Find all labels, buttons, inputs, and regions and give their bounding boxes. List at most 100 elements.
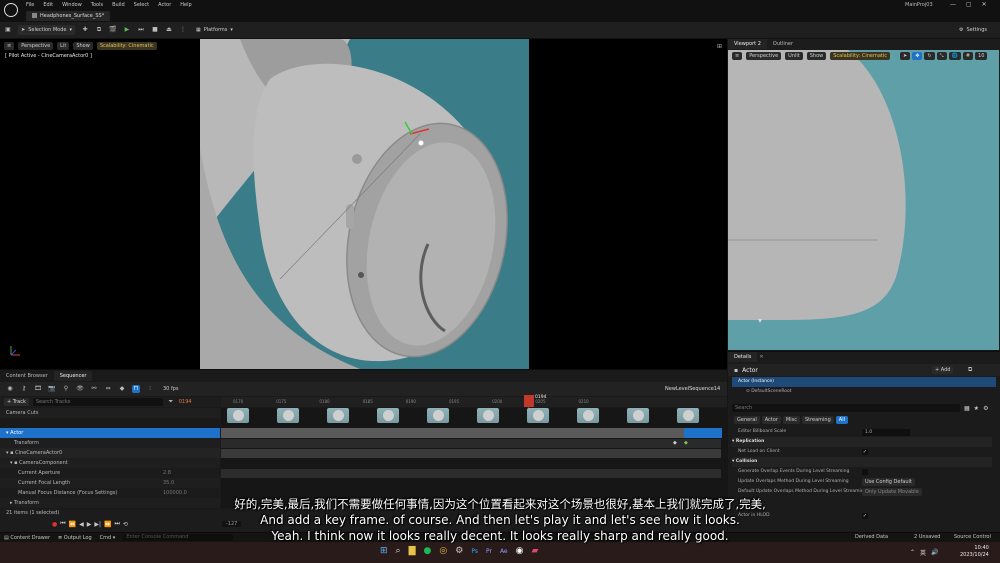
volume-icon[interactable]: 🔊 [931, 549, 938, 556]
eject-icon[interactable]: ⏏ [165, 26, 173, 34]
search-icon[interactable]: ⌕ [396, 546, 401, 556]
filter-all[interactable]: All [835, 416, 848, 424]
menu-item-help[interactable]: Help [180, 2, 191, 8]
actor-lane[interactable] [221, 428, 684, 438]
viewport2-menu-button[interactable]: ≡ [732, 52, 743, 60]
windows-start-icon[interactable]: ⊞ [380, 546, 388, 556]
app-icon[interactable]: ▰ [532, 546, 539, 556]
filter-actor[interactable]: Actor [761, 416, 781, 424]
chrome-icon[interactable]: ◎ [439, 546, 447, 556]
grid-snap-icon[interactable]: # [962, 52, 974, 60]
settings-app-icon[interactable]: ⚙ [455, 546, 463, 556]
details-search-input[interactable]: Search [732, 404, 960, 412]
actor-lane-selected[interactable] [684, 428, 722, 438]
timeline-ruler[interactable]: 0170 0175 0180 0185 0190 0195 0200 0205 … [221, 397, 727, 407]
grid-view-icon[interactable]: ▦ [964, 405, 970, 412]
clock[interactable]: 10:40 2023/10/24 [960, 545, 989, 559]
spotify-icon[interactable]: ● [424, 546, 432, 556]
viewport2-unlit-button[interactable]: Unlit [785, 52, 803, 60]
tab-viewport2[interactable]: Viewport 2 [728, 39, 767, 49]
tab-details[interactable]: Details [728, 352, 758, 362]
snap-toggle-icon[interactable]: ⊓ [132, 385, 140, 393]
create-icon[interactable]: ✚ [81, 26, 89, 34]
component-lane[interactable] [221, 469, 721, 478]
play-icon[interactable]: ▶ [123, 26, 131, 34]
collision-header[interactable]: ▾ Collision [732, 457, 992, 467]
menu-item-edit[interactable]: Edit [43, 2, 53, 8]
filter-misc[interactable]: Misc [782, 416, 800, 424]
track-transform[interactable]: Transform [0, 438, 220, 448]
camera-lane[interactable] [221, 449, 721, 458]
tray-chevron-icon[interactable]: ⌃ [910, 549, 915, 556]
main-viewport[interactable]: ≡ Perspective Lit Show Scalability: Cine… [0, 39, 727, 369]
tab-sequencer[interactable]: Sequencer [53, 371, 93, 381]
playhead-marker[interactable] [524, 395, 534, 407]
close-icon[interactable]: ✕ [759, 354, 763, 360]
select-tool-icon[interactable]: ➤ [900, 52, 911, 60]
track-actor[interactable]: ▾ Actor [0, 428, 220, 438]
replication-header[interactable]: ▾ Replication [732, 437, 992, 447]
photoshop-icon[interactable]: Ps [471, 548, 478, 555]
rotate-tool-icon[interactable]: ↻ [924, 52, 935, 60]
filter-general[interactable]: General [734, 416, 760, 424]
after-effects-icon[interactable]: Ae [500, 548, 508, 555]
grid-size-value[interactable]: 10 [975, 52, 988, 60]
save-icon[interactable]: ▣ [4, 26, 12, 34]
camera-cut-strip[interactable] [223, 408, 723, 423]
viewport2-perspective-button[interactable]: Perspective [746, 52, 782, 60]
blueprint-icon[interactable]: ⧉ [95, 26, 103, 34]
menu-item-tools[interactable]: Tools [91, 2, 103, 8]
menu-item-build[interactable]: Build [112, 2, 125, 8]
keyframe-icon[interactable]: ◆ [673, 440, 677, 446]
overlap-checkbox[interactable] [862, 469, 868, 475]
menu-item-actor[interactable]: Actor [158, 2, 171, 8]
menu-item-select[interactable]: Select [134, 2, 149, 8]
selection-mode-button[interactable]: ➤ Selection Mode ▾ [18, 25, 75, 35]
menu-item-file[interactable]: File [26, 2, 34, 8]
viewport2-scalability-badge[interactable]: Scalability: Cinematic [830, 52, 891, 60]
frame-grid-icon[interactable]: ⫶ [146, 385, 154, 393]
perspective-button[interactable]: Perspective [18, 42, 54, 50]
minimize-icon[interactable]: — [950, 1, 956, 8]
track-value[interactable]: 35.0 [163, 478, 174, 488]
scene-root-row[interactable]: ⊙ DefaultSceneRoot [732, 387, 996, 397]
keyframe-icon[interactable]: ◆ [684, 440, 688, 446]
sequencer-options-icon[interactable]: ◉ [6, 385, 14, 393]
track-aperture[interactable]: Current Aperture 2.8 [0, 468, 220, 478]
transform-lane[interactable]: ◆ ◆ [221, 439, 721, 448]
filter-streaming[interactable]: Streaming [801, 416, 834, 424]
viewport-menu-button[interactable]: ≡ [4, 42, 15, 50]
link-icon[interactable]: ⚯ [90, 385, 98, 393]
settings-button[interactable]: ⚙ Settings [956, 26, 990, 34]
filter-icon[interactable]: ⚲ [62, 385, 70, 393]
tab-content-browser[interactable]: Content Browser [0, 371, 54, 381]
file-explorer-icon[interactable]: ▇ [409, 546, 416, 556]
show-button[interactable]: Show [73, 42, 93, 50]
track-filter-icon[interactable]: ⏷ [167, 398, 175, 406]
close-icon[interactable]: ✕ [982, 1, 987, 8]
eye-icon[interactable]: 👁 [76, 385, 84, 393]
add-track-button[interactable]: + Track [4, 398, 29, 406]
lit-button[interactable]: Lit [57, 42, 70, 50]
fps-dropdown[interactable]: 30 fps [160, 385, 182, 393]
current-frame-field[interactable]: 0194 [179, 399, 192, 405]
actor-instance-row[interactable]: Actor (Instance) [732, 377, 996, 387]
premiere-icon[interactable]: Pr [486, 548, 492, 555]
star-icon[interactable]: ★ [974, 405, 979, 412]
scalability-badge[interactable]: Scalability: Cinematic [96, 42, 157, 50]
add-component-button[interactable]: + Add [932, 366, 954, 374]
default-update-dropdown[interactable]: Only Update Movable [862, 488, 922, 496]
tab-outliner[interactable]: Outliner [767, 39, 799, 49]
key-icon[interactable]: ⚷ [20, 385, 28, 393]
platforms-button[interactable]: ▦ Platforms ▾ [193, 26, 236, 34]
diamond-key-icon[interactable]: ◆ [118, 385, 126, 393]
track-search-input[interactable]: Search Tracks [32, 398, 163, 406]
track-focal-length[interactable]: Current Focal Length 35.0 [0, 478, 220, 488]
net-load-checkbox[interactable]: ✓ [862, 449, 868, 455]
track-camera-cuts[interactable]: Camera Cuts [0, 408, 220, 418]
track-camera-component[interactable]: ▾ ▪ CameraComponent [0, 458, 220, 468]
camera-icon[interactable]: 📷 [48, 385, 56, 393]
level-tab[interactable]: Headphones_Surface_SS* [26, 11, 111, 21]
step-icon[interactable]: ⏭ [137, 26, 145, 34]
world-icon[interactable]: 🌐 [948, 52, 961, 60]
